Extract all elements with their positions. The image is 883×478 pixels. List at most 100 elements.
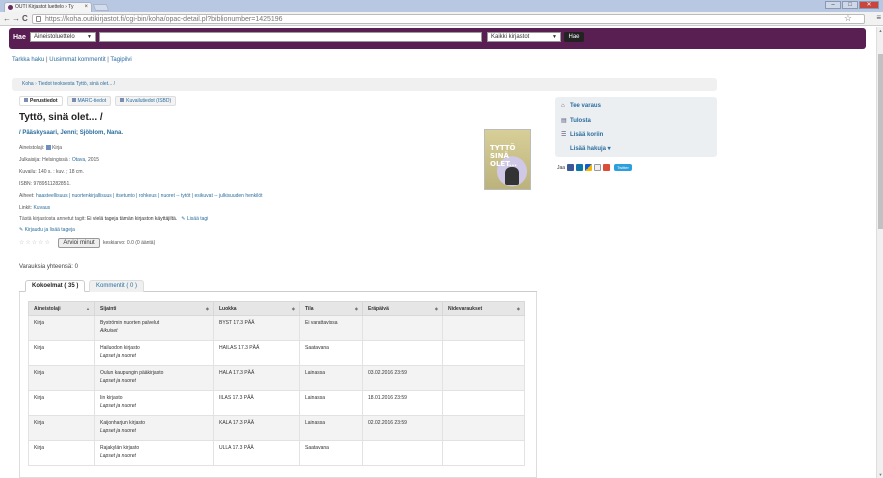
cell-status: Lainassa	[299, 390, 363, 416]
new-tab-button[interactable]	[92, 4, 110, 11]
search-label: Hae	[13, 34, 26, 41]
forward-arrow-icon[interactable]: →	[12, 13, 20, 25]
login-tags-label: Kirjaudu ja lisää tageja	[24, 227, 75, 233]
google-plus-icon[interactable]	[603, 164, 611, 171]
description-link[interactable]: Kuvaus	[33, 205, 50, 211]
more-searches-dropdown[interactable]: Lisää hakuja ▾	[570, 145, 611, 152]
holdings-panel: Aineistolaji ▲ Sijainti ◆ Luokka ◆ Tila ◆ Er…	[19, 292, 537, 478]
page-scrollbar[interactable]: ▲ ▼	[876, 27, 883, 478]
column-header-callnumber[interactable]: Luokka ◆	[213, 301, 300, 316]
column-header-holds[interactable]: Nidevaraukset ◆	[442, 301, 525, 316]
publisher-row: Julkaisija: Helsingissä : Otava, 2015	[19, 157, 99, 163]
search-input[interactable]	[99, 32, 482, 42]
column-header-location[interactable]: Sijainti ◆	[94, 301, 214, 316]
meta-label: Aineistolaji:	[19, 145, 45, 151]
browser-menu-icon[interactable]: ≡	[876, 13, 881, 22]
column-header-type[interactable]: Aineistolaji ▲	[28, 301, 95, 316]
rating-stars[interactable]: ☆☆☆☆☆	[19, 239, 51, 246]
breadcrumb-home[interactable]: Koha	[22, 81, 34, 87]
cell-holds	[442, 415, 525, 441]
print-link[interactable]: ▤ Tulosta	[561, 117, 591, 124]
add-to-cart-link[interactable]: ☰ Lisää koriin	[561, 131, 603, 138]
cell-callnumber: HALA 17.3 PÄÄ	[213, 365, 300, 391]
facebook-icon[interactable]	[567, 164, 575, 171]
reload-icon[interactable]: C	[22, 13, 28, 25]
tab-label: Kuvailutiedot (ISBD)	[126, 98, 172, 104]
sort-icon: ◆	[205, 306, 209, 311]
description-row: Kuvailu: 140 s. : kuv. ; 18 cm.	[19, 169, 84, 175]
search-bar: Hae Aineistoluettelo ▼ Kaikki kirjastot ▼ …	[9, 28, 866, 49]
browser-titlebar: OUTI Kirjastot luettelo › Ty × – □ ✕	[0, 0, 883, 12]
delicious-icon[interactable]	[585, 164, 593, 171]
cell-callnumber: HAILAS 17.3 PÄÄ	[213, 340, 300, 366]
browser-tab[interactable]: OUTI Kirjastot luettelo › Ty ×	[4, 2, 92, 12]
rate-button[interactable]: Arvioi minut	[58, 238, 100, 248]
header-label: Tila	[305, 305, 314, 312]
recent-comments-link[interactable]: Uusimmat kommentit	[49, 57, 105, 63]
cell-holds	[442, 365, 525, 391]
share-bar: Jaa Twitter	[557, 164, 632, 171]
breadcrumb-current[interactable]: Tiedot teoksesta Tyttö, sinä olet... /	[38, 81, 115, 87]
close-window-button[interactable]: ✕	[859, 1, 879, 9]
search-button[interactable]: Hae	[564, 32, 584, 42]
meta-label: Linkit:	[19, 205, 33, 211]
column-header-status[interactable]: Tila ◆	[299, 301, 363, 316]
top-links: Tarkka haku | Uusimmat kommentit | Tagip…	[12, 57, 132, 63]
place-hold-link[interactable]: ⌂ Tee varaus	[561, 103, 601, 109]
column-header-duedate[interactable]: Eräpäivä ◆	[362, 301, 443, 316]
cell-duedate	[362, 340, 443, 366]
record-authors[interactable]: / Pääskysaari, Jenni; Sjöblom, Nana.	[19, 130, 123, 136]
tab-normal-view[interactable]: Perustiedot	[19, 96, 63, 106]
tab-close-icon[interactable]: ×	[84, 3, 88, 12]
header-label: Eräpäivä	[368, 305, 389, 312]
scroll-up-icon[interactable]: ▲	[877, 28, 883, 33]
cell-duedate	[362, 440, 443, 466]
view-tabs: Perustiedot MARC-tiedot Kuvailutiedot (I…	[19, 96, 177, 106]
maximize-button[interactable]: □	[842, 1, 858, 9]
cell-location: Oulun kaupungin pääkirjasto Lapset ja nuo…	[94, 365, 214, 391]
actions-panel: ⌂ Tee varaus ▤ Tulosta ☰ Lisää koriin Lisää…	[555, 97, 717, 157]
cell-status: Ei varattavissa	[299, 315, 363, 341]
cell-status: Saatavana	[299, 440, 363, 466]
cell-callnumber: BYST 17.3 PÄÄ	[213, 315, 300, 341]
isbn-value: 9789511282851.	[33, 181, 71, 187]
sort-icon: ◆	[354, 306, 358, 311]
add-tag-link[interactable]: ✎ Lisää tagi	[179, 216, 208, 222]
twitter-button[interactable]: Twitter	[614, 164, 632, 171]
minimize-button[interactable]: –	[825, 1, 841, 9]
shelf-location: Aikuiset	[100, 328, 118, 334]
tab-isbd-view[interactable]: Kuvailutiedot (ISBD)	[115, 96, 177, 106]
tab-label: Perustiedot	[30, 98, 58, 104]
book-cover-image[interactable]: TYTTÖ SINÄ OLET...	[484, 129, 531, 190]
table-row: Kirja Hailuodon kirjasto Lapset ja nuoret…	[28, 340, 525, 366]
library-name: Byströmin nuorten palvelut	[100, 320, 160, 326]
holdings-table: Aineistolaji ▲ Sijainti ◆ Luokka ◆ Tila ◆ Er…	[28, 301, 525, 466]
back-arrow-icon[interactable]: ←	[3, 13, 11, 25]
login-tags-link[interactable]: ✎ Kirjaudu ja lisää tageja	[19, 227, 75, 233]
isbn-row: ISBN: 9789511282851.	[19, 181, 71, 187]
search-type-select[interactable]: Aineistoluettelo ▼	[30, 32, 96, 42]
tab-comments[interactable]: Kommentit ( 0 )	[89, 280, 145, 292]
library-select[interactable]: Kaikki kirjastot ▼	[487, 32, 561, 42]
linkedin-icon[interactable]	[576, 164, 584, 171]
add-cart-label: Lisää koriin	[570, 132, 604, 138]
tag-cloud-link[interactable]: Tagipilvi	[110, 57, 131, 63]
publisher-link[interactable]: Otava,	[72, 157, 87, 163]
scroll-down-icon[interactable]: ▼	[877, 472, 883, 477]
cell-status: Lainassa	[299, 365, 363, 391]
url-field[interactable]: https://koha.outikirjastot.fi/cgi-bin/ko…	[32, 14, 865, 24]
scrollbar-thumb[interactable]	[878, 54, 883, 229]
cell-type: Kirja	[28, 315, 95, 341]
favicon-icon	[8, 5, 13, 10]
email-icon[interactable]	[594, 164, 602, 171]
subjects-links[interactable]: haasteellisuus | nuortenkirjallisuus | i…	[36, 193, 263, 199]
tab-marc-view[interactable]: MARC-tiedot	[66, 96, 112, 106]
advanced-search-link[interactable]: Tarkka haku	[12, 57, 44, 63]
tab-holdings[interactable]: Kokoelmat ( 35 )	[25, 280, 86, 292]
header-label: Nidevaraukset	[448, 305, 483, 312]
cover-title: TYTTÖ SINÄ OLET...	[490, 144, 517, 168]
sort-icon: ◆	[434, 306, 438, 311]
bookmark-star-icon[interactable]: ☆	[844, 14, 852, 23]
cell-type: Kirja	[28, 440, 95, 466]
library-name: Rajakylän kirjasto	[100, 445, 140, 451]
